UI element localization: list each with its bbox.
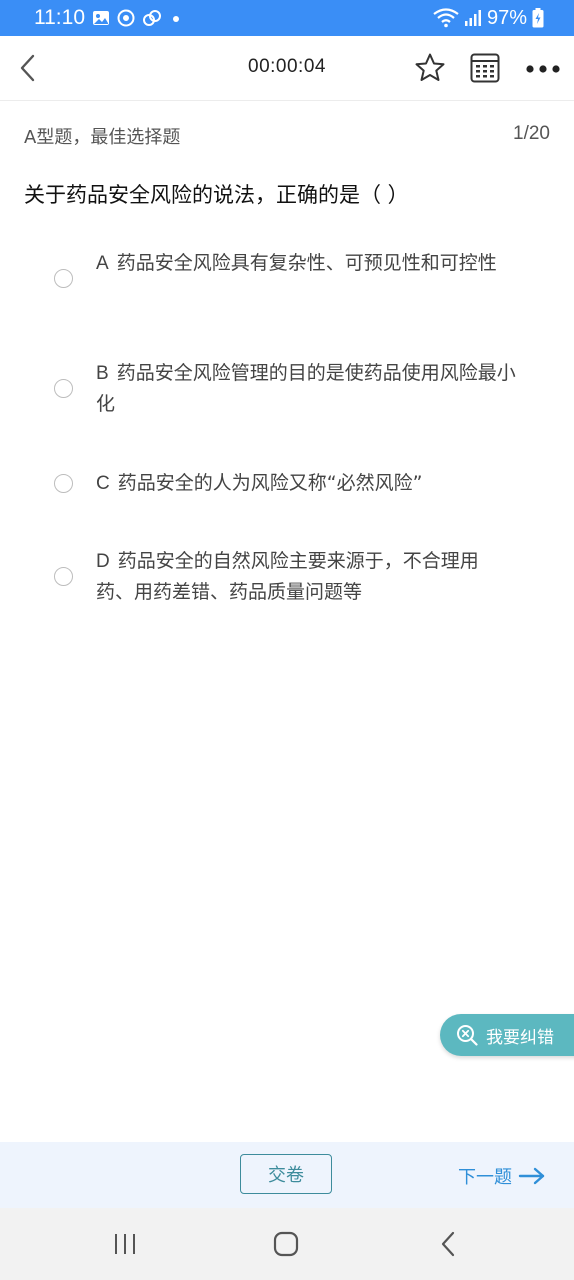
status-time: 11:10	[34, 6, 85, 29]
option-c-letter: C	[96, 473, 110, 494]
option-a-content: 药品安全风险具有复杂性、可预见性和可控性	[116, 252, 497, 274]
option-d-content: 药品安全的自然风险主要来源于，不合理用药、用药差错、药品质量问题等	[96, 550, 479, 603]
option-b-content: 药品安全风险管理的目的是使药品使用风险最小化	[96, 362, 516, 415]
status-icons-left	[92, 8, 184, 28]
system-nav-bar	[0, 1208, 574, 1280]
dot-icon	[173, 16, 179, 22]
option-d-radio[interactable]	[54, 567, 73, 586]
option-a-text: A 药品安全风险具有复杂性、可预见性和可控性	[96, 248, 516, 279]
home-icon[interactable]	[273, 1231, 299, 1257]
wifi-icon	[433, 8, 459, 28]
status-bar: 11:10 97%	[0, 0, 574, 36]
battery-icon	[532, 8, 544, 28]
submit-exam-button[interactable]: 交卷	[240, 1154, 332, 1194]
option-a-radio[interactable]	[54, 269, 73, 288]
question-stem: 关于药品安全风险的说法，正确的是（ ）	[24, 183, 409, 207]
answer-card-icon[interactable]	[470, 53, 500, 83]
next-question-button[interactable]: 下一题	[458, 1163, 546, 1189]
report-error-label: 我要纠错	[486, 1027, 554, 1048]
option-b-letter: B	[96, 363, 109, 384]
option-b-radio[interactable]	[54, 379, 73, 398]
option-c-radio[interactable]	[54, 474, 73, 493]
star-icon[interactable]	[414, 52, 446, 84]
signal-icon	[464, 10, 481, 26]
option-c-content: 药品安全的人为风险又称“必然风险”	[117, 472, 423, 494]
arrow-right-icon	[518, 1167, 545, 1185]
report-error-button[interactable]: 我要纠错	[440, 1014, 574, 1056]
error-search-icon	[457, 1025, 478, 1046]
option-d-letter: D	[96, 551, 110, 572]
bottom-action-bar: 交卷 下一题	[0, 1142, 574, 1208]
more-icon[interactable]	[526, 64, 560, 74]
recent-apps-icon[interactable]	[112, 1232, 138, 1256]
option-d-text: D 药品安全的自然风险主要来源于，不合理用药、用药差错、药品质量问题等	[96, 546, 516, 608]
system-back-icon[interactable]	[438, 1230, 458, 1258]
option-b-text: B 药品安全风险管理的目的是使药品使用风险最小化	[96, 358, 516, 420]
option-c-text: C 药品安全的人为风险又称“必然风险”	[96, 468, 516, 499]
status-icons-right: 97%	[433, 6, 544, 30]
top-nav: 00:00:04	[0, 36, 574, 101]
question-type-label: A型题，最佳选择题	[24, 127, 181, 148]
image-icon	[93, 11, 109, 25]
screen: 11:10 97% 00:00:04 A型题，最佳选择题 1/20 关于药品安全…	[0, 0, 574, 1280]
option-a-letter: A	[96, 253, 109, 274]
sync-icon	[117, 9, 135, 27]
battery-percent: 97%	[486, 7, 527, 29]
link-icon	[143, 10, 161, 26]
next-question-label: 下一题	[458, 1167, 512, 1188]
question-progress: 1/20	[513, 123, 550, 144]
